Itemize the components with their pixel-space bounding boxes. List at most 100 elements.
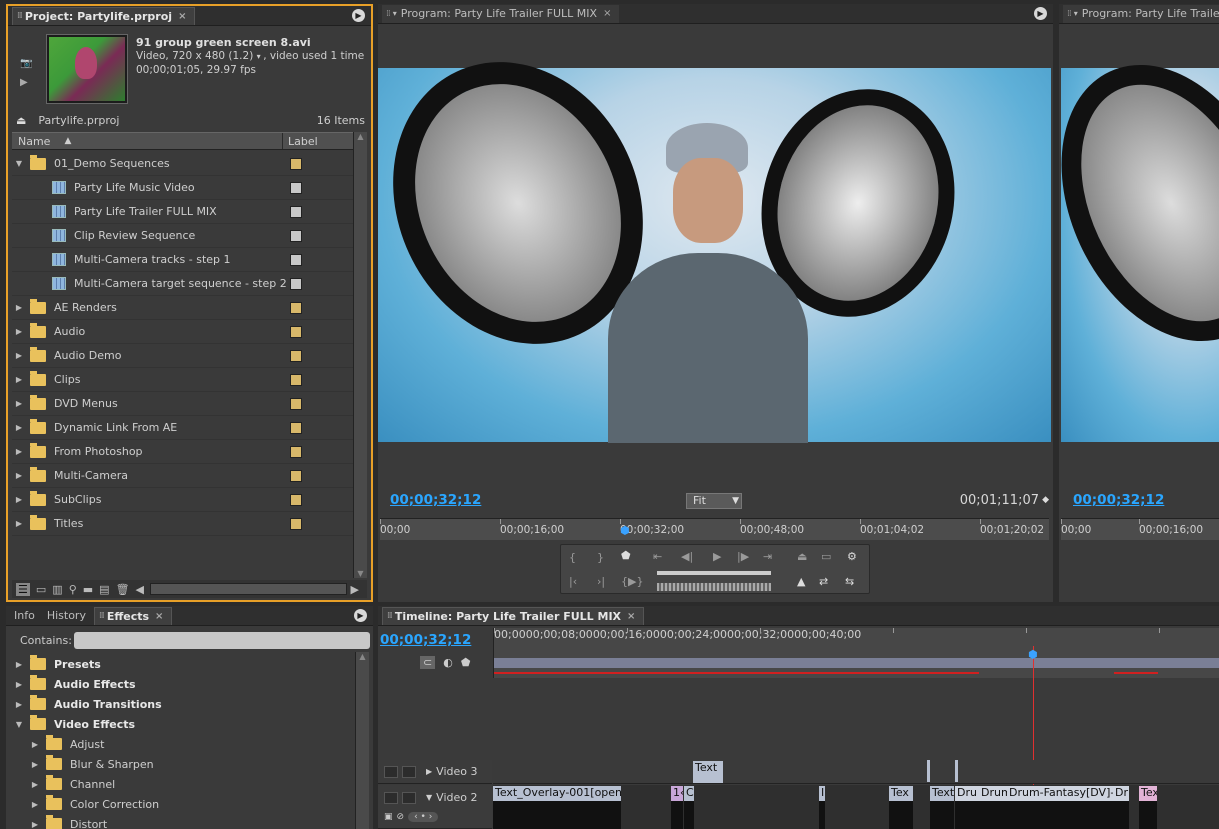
output-icon[interactable]: ⚙ [847, 550, 857, 563]
clip-marker-2[interactable] [955, 760, 958, 782]
dropdown-icon[interactable]: ▾ [393, 9, 397, 18]
mark-out-icon[interactable]: } [597, 551, 604, 564]
column-label[interactable]: Label [288, 135, 318, 148]
expand-icon[interactable]: ▶ [12, 399, 26, 408]
label-color-swatch[interactable] [290, 301, 302, 314]
goto-next-edit-icon[interactable]: ›| [597, 575, 605, 588]
label-color-swatch[interactable] [290, 445, 302, 458]
step-back-icon[interactable]: ◀| [681, 550, 693, 563]
timeline-clip[interactable]: Drum [979, 786, 1007, 801]
timeline-ruler-area[interactable]: 00;00 00;00;08;00 00;00;16;00 00;00;24;00 00… [493, 628, 1219, 678]
dropdown-icon[interactable]: ▾ [1074, 9, 1078, 18]
close-icon[interactable]: × [627, 611, 635, 622]
scroll-right-icon[interactable]: ▶ [351, 583, 359, 596]
timeline-clip[interactable]: Dr [1113, 786, 1129, 801]
collapse-icon[interactable]: ▼ [12, 159, 26, 168]
scroll-down-icon[interactable]: ▼ [354, 569, 367, 578]
effects-row[interactable]: ▶ Color Correction [10, 794, 355, 814]
panel-menu-icon[interactable]: ▶ [352, 9, 365, 22]
trash-icon[interactable]: 🗑 [116, 583, 130, 596]
expand-icon[interactable]: ▶ [12, 495, 26, 504]
lift-icon[interactable]: ⏏ [797, 550, 807, 563]
goto-in-icon[interactable]: ⇤ [653, 550, 662, 563]
sequence-row[interactable]: Multi-Camera tracks - step 1 [12, 248, 353, 272]
new-bin-icon[interactable]: ▬ [83, 583, 93, 596]
label-color-swatch[interactable] [290, 517, 302, 530]
expand-icon[interactable]: ▶ [28, 780, 42, 789]
column-divider[interactable] [282, 133, 283, 149]
expand-icon[interactable]: ▶ [12, 303, 26, 312]
expand-icon[interactable]: ▶ [28, 740, 42, 749]
bin-row[interactable]: ▶ Titles [12, 512, 353, 536]
timeline-clip[interactable]: Tex [889, 786, 913, 801]
keyframe-nav-icon[interactable]: ‹ • › [408, 812, 439, 822]
play-icon[interactable]: ▶ [20, 77, 38, 88]
bin-row[interactable]: ▼ 01_Demo Sequences [12, 152, 353, 176]
expand-icon[interactable]: ▶ [12, 660, 26, 669]
label-color-swatch[interactable] [290, 277, 302, 290]
expand-icon[interactable]: ▶ [12, 447, 26, 456]
lock-icon[interactable] [402, 765, 416, 778]
bin-row[interactable]: ▶ Audio [12, 320, 353, 344]
effects-row[interactable]: ▼ Video Effects [10, 714, 355, 734]
grip-icon[interactable]: ⁞⁞ [1067, 9, 1072, 19]
effects-row[interactable]: ▶ Distort [10, 814, 355, 829]
grip-icon[interactable]: ⁞⁞ [387, 611, 393, 621]
marker-icon[interactable]: ⬟ [461, 656, 471, 669]
expand-icon[interactable]: ▶ [28, 820, 42, 829]
expand-icon[interactable]: ▶ [28, 800, 42, 809]
scroll-left-icon[interactable]: ◀ [136, 583, 144, 596]
label-color-swatch[interactable] [290, 421, 302, 434]
timeline-clip[interactable]: Dru [955, 786, 979, 801]
timeline-clip[interactable]: Text [930, 786, 954, 801]
bin-row[interactable]: ▶ Dynamic Link From AE [12, 416, 353, 440]
effects-row[interactable]: ▶ Audio Effects [10, 674, 355, 694]
project-scrollbar[interactable]: ▲ ▼ [353, 132, 367, 578]
timeline-ruler[interactable]: 00;00 00;00;08;00 00;00;16;00 00;00;24;00 00… [494, 628, 1219, 654]
tab-info[interactable]: Info [10, 607, 43, 625]
extract-clip-icon[interactable]: ⇄ [819, 575, 828, 588]
mark-in-icon[interactable]: { [569, 551, 576, 564]
panel-menu-icon[interactable]: ▶ [354, 609, 367, 622]
clip-marker[interactable] [927, 760, 930, 782]
goto-prev-edit-icon[interactable]: |‹ [569, 575, 577, 588]
tab-program[interactable]: ⁞⁞ ▾ Program: Party Life Trailer FULL MI… [382, 4, 620, 23]
bin-row[interactable]: ▶ SubClips [12, 488, 353, 512]
jog-wheel[interactable] [657, 583, 771, 591]
bin-row[interactable]: ▶ From Photoshop [12, 440, 353, 464]
bin-row[interactable]: ▶ DVD Menus [12, 392, 353, 416]
clip-text[interactable]: Text [693, 761, 723, 783]
folder-up-icon[interactable]: ⏏ [16, 114, 26, 127]
grip-icon[interactable]: ⁞⁞ [99, 611, 105, 621]
collapse-icon[interactable]: ▼ [426, 793, 432, 802]
timeline-current-time[interactable]: 00;00;32;12 [380, 632, 471, 648]
sequence-row[interactable]: Party Life Music Video [12, 176, 353, 200]
label-color-swatch[interactable] [290, 253, 302, 266]
set-marker-icon[interactable]: ◐ [443, 656, 453, 669]
automate-icon[interactable]: ▥ [52, 583, 62, 596]
display-style-icon[interactable]: ▣ [384, 812, 393, 822]
settings-icon[interactable]: ◆ [1042, 495, 1049, 505]
timeline-clip[interactable]: Drum-Fantasy[DV]-0( [1007, 786, 1113, 801]
eye-icon[interactable] [384, 765, 398, 778]
bin-row[interactable]: ▶ Audio Demo [12, 344, 353, 368]
program-ruler[interactable]: 00;00 00;00;16;00 00;00;32;00 00;00;48;00 00… [380, 518, 1049, 540]
bin-row[interactable]: ▶ Multi-Camera [12, 464, 353, 488]
horizontal-scrollbar[interactable] [150, 583, 347, 595]
trim-icon[interactable]: ⇆ [845, 575, 854, 588]
label-color-swatch[interactable] [290, 397, 302, 410]
eye-icon[interactable] [384, 791, 398, 804]
label-color-swatch[interactable] [290, 325, 302, 338]
shuttle-slider[interactable] [657, 571, 771, 575]
expand-icon[interactable]: ▶ [12, 423, 26, 432]
effects-search-input[interactable] [74, 632, 370, 649]
expand-icon[interactable]: ▶ [12, 700, 26, 709]
expand-icon[interactable]: ▶ [12, 351, 26, 360]
expand-icon[interactable]: ▶ [426, 767, 432, 776]
label-color-swatch[interactable] [290, 493, 302, 506]
close-icon[interactable]: × [155, 611, 163, 622]
expand-icon[interactable]: ▶ [12, 680, 26, 689]
playhead-icon[interactable]: ⬢ [620, 524, 630, 537]
goto-out-icon[interactable]: ⇥ [763, 550, 772, 563]
expand-icon[interactable]: ▶ [28, 760, 42, 769]
